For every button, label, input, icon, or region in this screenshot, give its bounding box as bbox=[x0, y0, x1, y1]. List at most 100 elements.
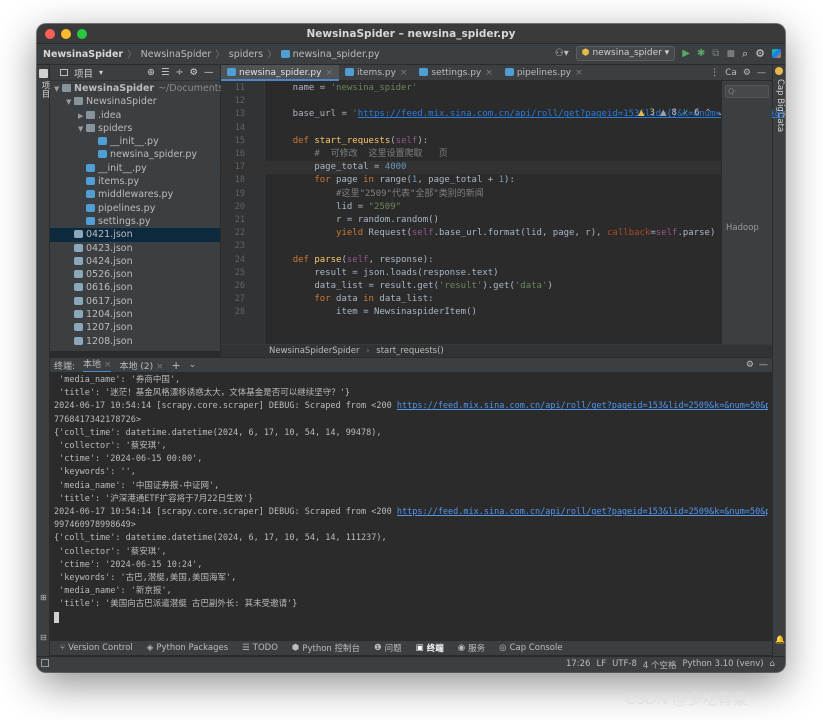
tree-item[interactable]: pipelines.py bbox=[50, 202, 220, 215]
structure-icon[interactable]: ⊟ bbox=[40, 633, 47, 642]
tree-item[interactable]: settings.py bbox=[50, 215, 220, 228]
locate-file-icon[interactable]: ⊕ bbox=[147, 67, 155, 78]
tool-window-6[interactable]: ◉ 服务 bbox=[458, 642, 485, 654]
line-number[interactable]: 20 bbox=[225, 201, 245, 214]
code-line[interactable]: 28 item = NewsinaspiderItem() bbox=[221, 306, 721, 319]
line-number[interactable]: 24 bbox=[225, 254, 245, 267]
code-line[interactable]: 25 result = json.loads(response.text) bbox=[221, 267, 721, 280]
tree-item[interactable]: ▼ spiders bbox=[50, 122, 220, 135]
tool-window-4[interactable]: ❶ 问题 bbox=[374, 642, 402, 654]
line-number[interactable]: 18 bbox=[225, 174, 245, 187]
line-number[interactable]: 26 bbox=[225, 280, 245, 293]
chevron-down-icon[interactable]: ▶ bbox=[78, 110, 86, 123]
breadcrumb-method[interactable]: start_requests() bbox=[376, 346, 443, 356]
tool-window-5[interactable]: ▣ 终端 bbox=[416, 642, 444, 654]
tree-item[interactable]: ▼ NewsinaSpider ~/Documents/aa bbox=[50, 82, 238, 96]
caret-position[interactable]: 17:26 bbox=[566, 659, 591, 671]
line-number[interactable]: 27 bbox=[225, 293, 245, 306]
close-window-button[interactable] bbox=[45, 29, 55, 39]
chevron-up-icon[interactable]: ⌃ bbox=[704, 108, 711, 118]
tool-window-3[interactable]: ⬢ Python 控制台 bbox=[292, 642, 360, 654]
tab-items[interactable]: items.py × bbox=[339, 65, 413, 81]
code-line[interactable]: 19 #这里"2509"代表"全部"类别的新闻 bbox=[221, 188, 721, 201]
hide-panel-icon[interactable]: — bbox=[204, 67, 214, 78]
breadcrumb-file[interactable]: newsina_spider.py bbox=[293, 49, 380, 60]
code-line[interactable]: 22 yield Request(self.base_url.format(li… bbox=[221, 227, 721, 240]
line-number[interactable]: 16 bbox=[225, 148, 245, 161]
tree-item[interactable]: middlewares.py bbox=[50, 188, 220, 201]
line-number[interactable]: 14 bbox=[225, 122, 245, 135]
toggle-tool-windows-icon[interactable] bbox=[41, 659, 49, 667]
stop-icon[interactable]: ■ bbox=[726, 49, 735, 59]
line-number[interactable]: 28 bbox=[225, 306, 245, 319]
terminal-output[interactable]: 'media_name': '券商中国', 'title': '迷茫！基金风格漂… bbox=[50, 372, 772, 640]
close-tab-icon[interactable]: × bbox=[104, 360, 112, 370]
tree-item[interactable]: items.py bbox=[50, 175, 220, 188]
tree-item[interactable]: 0617.json bbox=[50, 295, 220, 308]
chevron-down-icon[interactable]: ▾ bbox=[99, 68, 103, 77]
code-line[interactable]: 15 def start_requests(self): bbox=[221, 135, 721, 148]
line-number[interactable]: 13 bbox=[225, 108, 245, 121]
tree-item[interactable]: __init__.py bbox=[50, 162, 220, 175]
bookmarks-icon[interactable]: ⊞ bbox=[40, 593, 47, 602]
close-tab-icon[interactable]: × bbox=[400, 68, 408, 78]
tree-item[interactable]: 1207.json bbox=[50, 321, 220, 334]
breadcrumb-folder[interactable]: spiders bbox=[229, 49, 263, 60]
code-line[interactable]: 27 for data in data_list: bbox=[221, 293, 721, 306]
line-number[interactable]: 23 bbox=[225, 240, 245, 253]
chevron-down-icon[interactable]: ▼ bbox=[66, 96, 74, 109]
new-terminal-icon[interactable]: + bbox=[172, 359, 181, 372]
code-line[interactable]: 17 page_total = 4000 bbox=[221, 161, 721, 175]
line-number[interactable]: 19 bbox=[225, 188, 245, 201]
tool-window-2[interactable]: ☰ TODO bbox=[242, 643, 278, 653]
tree-item[interactable]: 0421.json bbox=[50, 228, 220, 242]
expand-all-icon[interactable]: ÷ bbox=[176, 67, 184, 78]
options-gear-icon[interactable]: ⚙ bbox=[190, 67, 199, 78]
code-line[interactable]: 21 r = random.random() bbox=[221, 214, 721, 227]
tree-item[interactable]: ▼ NewsinaSpider bbox=[50, 95, 220, 108]
coverage-icon[interactable]: ⧉ bbox=[712, 48, 719, 59]
close-tab-icon[interactable]: × bbox=[325, 68, 333, 78]
code-line[interactable]: 14 bbox=[221, 122, 721, 135]
tree-item[interactable]: __init__.py bbox=[50, 135, 220, 148]
project-tool-icon[interactable] bbox=[39, 69, 48, 78]
inspection-widget[interactable]: ▲3 ▲8 ✓6 ⌃ ⌄ bbox=[638, 108, 724, 118]
terminal-tab-local[interactable]: 本地 × bbox=[83, 358, 112, 373]
line-separator[interactable]: LF bbox=[596, 659, 606, 671]
code-line[interactable]: 18 for page in range(1, page_total + 1): bbox=[221, 174, 721, 187]
bigdata-hide-icon[interactable]: — bbox=[757, 65, 766, 81]
search-icon[interactable]: ⌕ bbox=[742, 47, 748, 61]
tree-item[interactable]: 0616.json bbox=[50, 281, 220, 294]
tree-item[interactable]: 1208.json bbox=[50, 335, 220, 348]
more-tabs-icon[interactable]: ⋮ bbox=[710, 65, 719, 81]
line-number[interactable]: 11 bbox=[225, 82, 245, 95]
hadoop-label[interactable]: Hadoop bbox=[726, 223, 759, 233]
bigdata-search-input[interactable]: Q· bbox=[725, 85, 769, 98]
bigdata-header-icon[interactable]: Ca bbox=[725, 65, 737, 81]
tool-window-0[interactable]: ⑂ Version Control bbox=[60, 643, 133, 653]
debug-icon[interactable]: ✱ bbox=[697, 48, 705, 59]
tree-item[interactable]: newsina_spider.py bbox=[50, 148, 220, 161]
terminal-tab-local-2[interactable]: 本地 (2) × bbox=[119, 359, 163, 372]
minimize-window-button[interactable] bbox=[61, 29, 71, 39]
bigdata-tool-label[interactable]: Cap BigData bbox=[775, 79, 785, 132]
terminal-prompt[interactable] bbox=[54, 611, 768, 626]
run-icon[interactable]: ▶ bbox=[682, 48, 690, 59]
lock-icon[interactable]: ⌂ bbox=[770, 659, 775, 671]
maximize-window-button[interactable] bbox=[77, 29, 87, 39]
tree-item[interactable]: 0526.json bbox=[50, 268, 220, 281]
jetbrains-logo-icon[interactable] bbox=[772, 49, 781, 58]
tree-item[interactable]: 1204.json bbox=[50, 308, 220, 321]
code-line[interactable]: 20 lid = "2509" bbox=[221, 201, 721, 214]
code-line[interactable]: 12 bbox=[221, 95, 721, 108]
project-view-select[interactable]: 项目 bbox=[74, 66, 93, 80]
chevron-down-icon[interactable]: ▼ bbox=[78, 123, 86, 136]
terminal-settings-gear-icon[interactable]: ⚙ bbox=[746, 360, 754, 370]
close-tab-icon[interactable]: × bbox=[575, 68, 583, 78]
code-line[interactable]: 11 name = 'newsina_spider' bbox=[221, 82, 721, 95]
breadcrumb-class[interactable]: NewsinaSpiderSpider bbox=[269, 346, 359, 356]
line-number[interactable]: 22 bbox=[225, 227, 245, 240]
code-line[interactable]: 23 bbox=[221, 240, 721, 253]
chevron-down-icon[interactable]: ▼ bbox=[54, 83, 62, 96]
line-number[interactable]: 12 bbox=[225, 95, 245, 108]
